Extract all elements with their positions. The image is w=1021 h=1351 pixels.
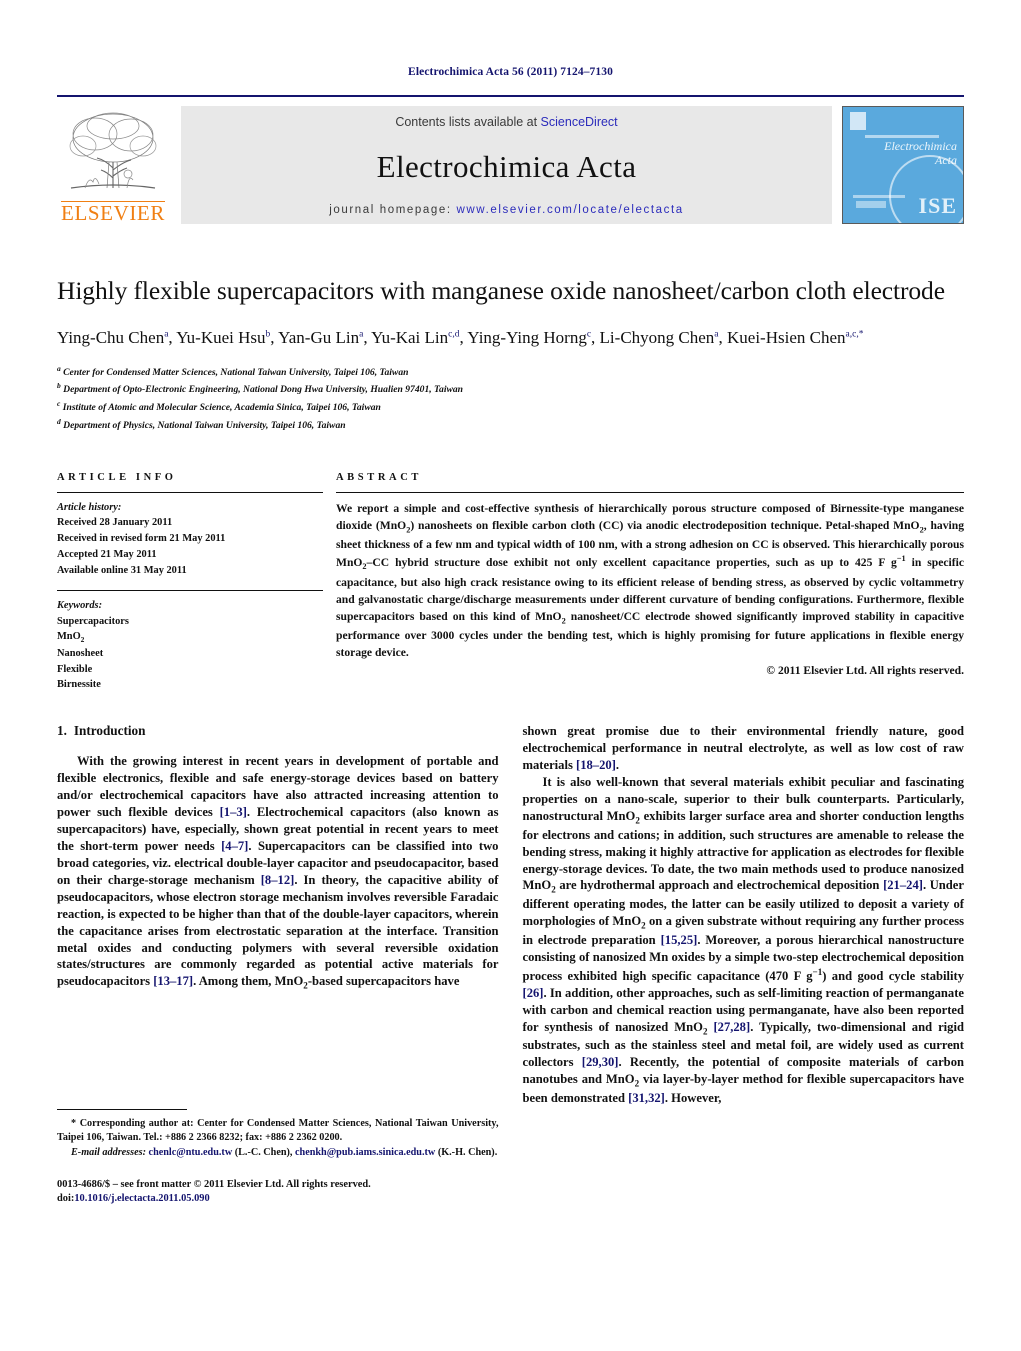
cover-society-rule [865,135,939,138]
front-matter-note: 0013-4686/$ – see front matter © 2011 El… [57,1178,371,1205]
page-title: Highly flexible supercapacitors with man… [57,276,945,305]
paragraph: It is also well-known that several mater… [522,775,965,1105]
abstract-heading: ABSTRACT [336,471,422,483]
paragraph: With the growing interest in recent year… [57,754,499,991]
article-history-label: Article history: [57,501,122,513]
abstract-text: We report a simple and cost-effective sy… [336,501,964,660]
abstract-divider [336,491,964,493]
cover-rule-3 [856,201,886,208]
affiliation-marker: a [57,363,61,373]
journal-homepage-line: journal homepage: www.elsevier.com/locat… [329,204,684,216]
keyword-item: Supercapacitors [57,615,129,627]
cover-elsevier-icon [850,112,866,130]
keywords-divider [57,589,323,591]
masthead-center-panel: Contents lists available at ScienceDirec… [181,106,832,224]
article-info-divider [57,491,323,493]
affiliation-list: a Center for Condensed Matter Sciences, … [57,363,964,434]
keyword-item: Flexible [57,663,93,675]
running-head: Electrochimica Acta 56 (2011) 7124–7130 [408,66,613,78]
affiliation-item: d Department of Physics, National Taiwan… [57,416,964,434]
section-heading-introduction: 1. Introduction [57,723,499,739]
affiliation-text: Department of Opto-Electronic Engineerin… [63,384,464,396]
section-number: 1. [57,723,67,739]
affiliation-text: Department of Physics, National Taiwan U… [63,420,346,432]
article-page: Electrochimica Acta 56 (2011) 7124–7130 [0,0,1021,1351]
history-item: Available online 31 May 2011 [57,564,187,576]
affiliation-text: Center for Condensed Matter Sciences, Na… [63,366,409,378]
elsevier-wordmark: ELSEVIER [61,201,165,225]
title-block: Highly flexible supercapacitors with man… [57,275,964,434]
journal-cover-thumbnail[interactable]: Electrochimica Acta ISE [842,106,964,224]
history-item: Received 28 January 2011 [57,517,173,529]
affiliation-marker: d [57,416,61,426]
body-column-left: 1. Introduction With the growing interest… [57,723,499,1207]
footnote-divider [57,1109,187,1111]
affiliation-item: b Department of Opto-Electronic Engineer… [57,380,964,398]
journal-masthead: ELSEVIER Contents lists available at Sci… [57,95,964,228]
homepage-label: journal homepage: [329,204,457,216]
cover-title-line1: Electrochimica [884,139,957,153]
homepage-url-link[interactable]: www.elsevier.com/locate/electacta [456,204,683,216]
contents-available-line: Contents lists available at ScienceDirec… [395,115,617,129]
article-info-heading: ARTICLE INFO [57,471,177,483]
footnote-block: * Corresponding author at: Center for Co… [57,1109,499,1207]
body-columns: 1. Introduction With the growing interest… [57,723,964,1207]
keyword-item: Nanosheet [57,647,104,659]
article-history-block: Article history: Received 28 January 201… [57,500,323,579]
article-info-column: ARTICLE INFO Article history: Received 2… [57,472,323,694]
abstract-column: ABSTRACT We report a simple and cost-eff… [323,472,964,694]
affiliation-marker: b [57,381,61,391]
sciencedirect-link[interactable]: ScienceDirect [541,115,618,129]
elsevier-logo: ELSEVIER [57,106,169,224]
history-item: Accepted 21 May 2011 [57,549,157,561]
email-addresses-note: E-mail addresses: chenlc@ntu.edu.tw (L.-… [71,1146,498,1158]
affiliation-marker: c [57,399,61,409]
info-abstract-row: ARTICLE INFO Article history: Received 2… [57,472,964,694]
affiliation-item: a Center for Condensed Matter Sciences, … [57,363,964,381]
history-item: Received in revised form 21 May 2011 [57,533,226,545]
journal-title: Electrochimica Acta [376,148,637,184]
cover-society-label: ISE [918,193,957,218]
keyword-item: MnO2 [57,631,85,645]
abstract-copyright: © 2011 Elsevier Ltd. All rights reserved… [766,664,964,678]
elsevier-tree-icon [69,112,157,189]
keywords-label: Keywords: [57,599,103,611]
affiliation-item: c Institute of Atomic and Molecular Scie… [57,398,964,416]
corresponding-author-note: * Corresponding author at: Center for Co… [57,1118,499,1144]
paragraph: shown great promise due to their environ… [522,724,965,773]
body-column-right: shown great promise due to their environ… [523,723,965,1207]
contents-prefix: Contents lists available at [395,115,541,129]
keywords-block: Keywords: Supercapacitors MnO2 Nanosheet… [57,589,323,694]
affiliation-text: Institute of Atomic and Molecular Scienc… [62,402,381,414]
section-title: Introduction [73,723,146,739]
keyword-item: Birnessite [57,679,101,691]
author-list: Ying-Chu Chena, Yu-Kuei Hsub, Yan-Gu Lin… [57,328,864,348]
